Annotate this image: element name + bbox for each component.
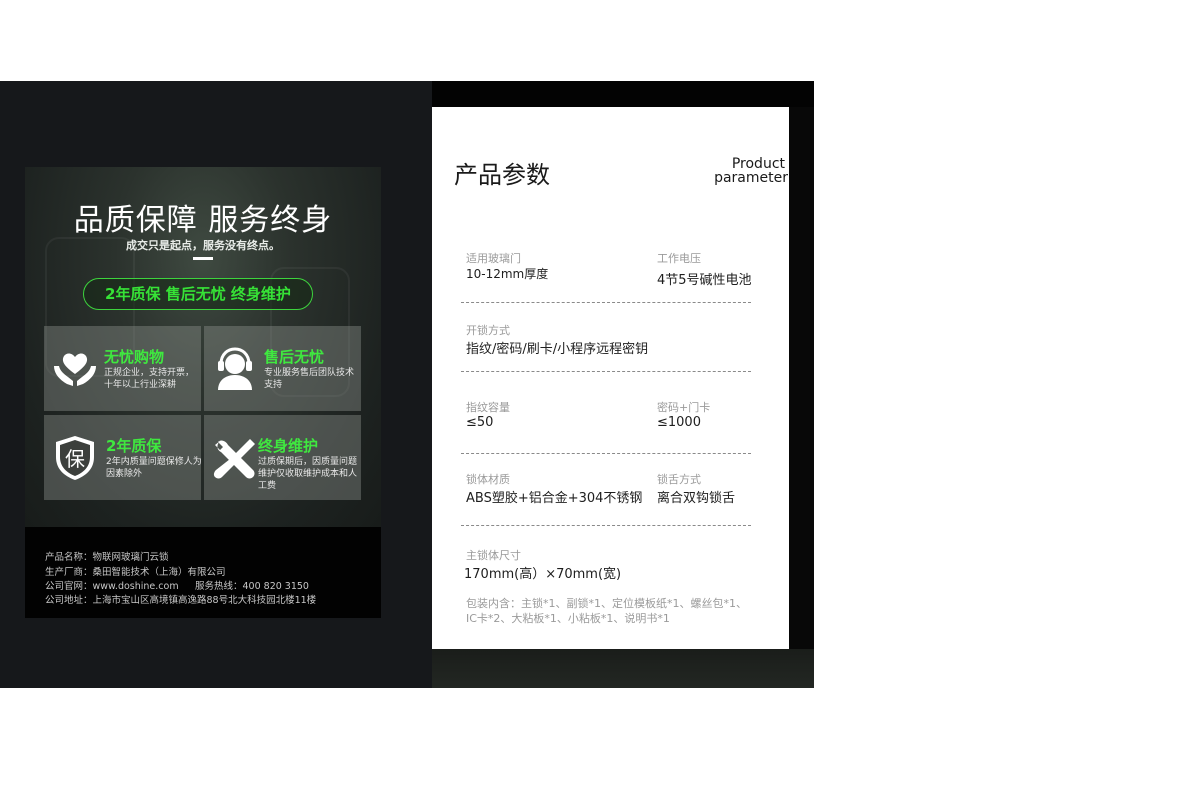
spec-divider — [461, 453, 751, 454]
promo-tagline: 成交只是起点，服务没有终点。 — [126, 239, 280, 252]
shield-label: 保 — [65, 447, 85, 471]
spec-value-voltage: 4节5号碱性电池 — [657, 273, 752, 288]
shield-bao-icon: 保 — [56, 436, 94, 480]
spec-value-latch-type: 离合双钩锁舌 — [657, 491, 736, 506]
spec-label-unlock-method: 开锁方式 — [466, 324, 510, 337]
card-title: 无忧购物 — [104, 348, 165, 366]
spec-divider — [461, 525, 751, 526]
spec-value-glass-door: 10-12mm厚度 — [466, 267, 549, 281]
spec-divider — [461, 371, 751, 372]
product-name-line: 产品名称：物联网玻璃门云锁 — [45, 552, 169, 563]
spec-value-fingerprint-capacity: ≤50 — [466, 415, 494, 430]
spec-panel-bottom-strip — [432, 649, 814, 688]
package-contents-line1: 包装内含：主锁*1、副锁*1、定位模板纸*1、螺丝包*1、 — [466, 597, 747, 610]
card-title: 终身维护 — [258, 437, 319, 455]
headline-divider — [193, 257, 213, 260]
website-line: 公司官网：www.doshine.com — [45, 581, 179, 592]
heart-hands-icon — [54, 353, 96, 386]
guarantee-pill: 2年质保 售后无忧 终身维护 — [83, 278, 313, 310]
service-panel: 品质保障 服务终身 成交只是起点，服务没有终点。 2年质保 售后无忧 终身维护 … — [0, 81, 432, 688]
spec-label-voltage: 工作电压 — [657, 252, 701, 265]
address-line: 公司地址：上海市宝山区高境镇高逸路88号北大科技园北楼11楼 — [45, 595, 317, 606]
service-promo-banner: 品质保障 服务终身 成交只是起点，服务没有终点。 2年质保 售后无忧 终身维护 … — [25, 167, 381, 527]
company-info-block: 产品名称：物联网玻璃门云锁 生产厂商：桑田智能技术（上海）有限公司 公司官网：w… — [25, 527, 381, 618]
package-contents: 包装内含：主锁*1、副锁*1、定位模板纸*1、螺丝包*1、 IC卡*2、大粘板*… — [466, 596, 766, 626]
card-description: 2年内质量问题保修人为因素除外 — [106, 457, 202, 479]
manufacturer-line: 生产厂商：桑田智能技术（上海）有限公司 — [45, 567, 226, 578]
service-card-worry-free-shopping: 无忧购物 正规企业，支持开票，十年以上行业深耕 — [44, 326, 201, 411]
spec-panel-top-strip — [432, 81, 814, 107]
service-card-after-sales: 售后无忧 专业服务售后团队技术支持 — [204, 326, 361, 411]
spec-title-en-line2: parameter — [714, 170, 788, 186]
spec-label-password-card: 密码+门卡 — [657, 401, 711, 414]
spec-value-main-lock-size: 170mm(高）×70mm(宽) — [464, 567, 622, 582]
spec-label-lock-material: 锁体材质 — [466, 473, 510, 486]
spec-label-glass-door: 适用玻璃门 — [466, 252, 521, 265]
hotline-line: 服务热线：400 820 3150 — [195, 581, 309, 592]
package-contents-line2: IC卡*2、大粘板*1、小粘板*1、说明书*1 — [466, 612, 670, 625]
spec-panel: 产品参数 Product parameter 适用玻璃门 10-12mm厚度 工… — [432, 81, 814, 688]
service-card-warranty: 保 2年质保 2年内质量问题保修人为因素除外 — [44, 415, 202, 500]
spec-title: 产品参数 — [454, 161, 550, 189]
product-detail-canvas: 品质保障 服务终身 成交只是起点，服务没有终点。 2年质保 售后无忧 终身维护 … — [0, 81, 814, 688]
spec-divider — [461, 302, 751, 303]
spec-value-lock-material: ABS塑胶+铝合金+304不锈钢 — [466, 491, 643, 506]
promo-headline: 品质保障 服务终身 — [73, 203, 333, 238]
spec-value-unlock-method: 指纹/密码/刷卡/小程序远程密钥 — [466, 342, 649, 357]
card-title: 2年质保 — [106, 437, 162, 455]
spec-label-main-lock-size: 主锁体尺寸 — [466, 549, 521, 562]
card-description: 过质保期后，因质量问题维护仅收取维护成本和人工费 — [258, 457, 358, 491]
spec-label-latch-type: 锁舌方式 — [657, 473, 701, 486]
card-description: 专业服务售后团队技术支持 — [264, 368, 355, 390]
spec-value-password-card: ≤1000 — [657, 415, 701, 430]
headset-support-icon — [218, 347, 252, 390]
service-card-lifetime-maintenance: 终身维护 过质保期后，因质量问题维护仅收取维护成本和人工费 — [204, 415, 361, 500]
spec-label-fingerprint-capacity: 指纹容量 — [466, 401, 510, 414]
card-description: 正规企业，支持开票，十年以上行业深耕 — [104, 368, 195, 390]
card-title: 售后无忧 — [264, 348, 325, 366]
wrench-screwdriver-icon — [213, 439, 255, 479]
